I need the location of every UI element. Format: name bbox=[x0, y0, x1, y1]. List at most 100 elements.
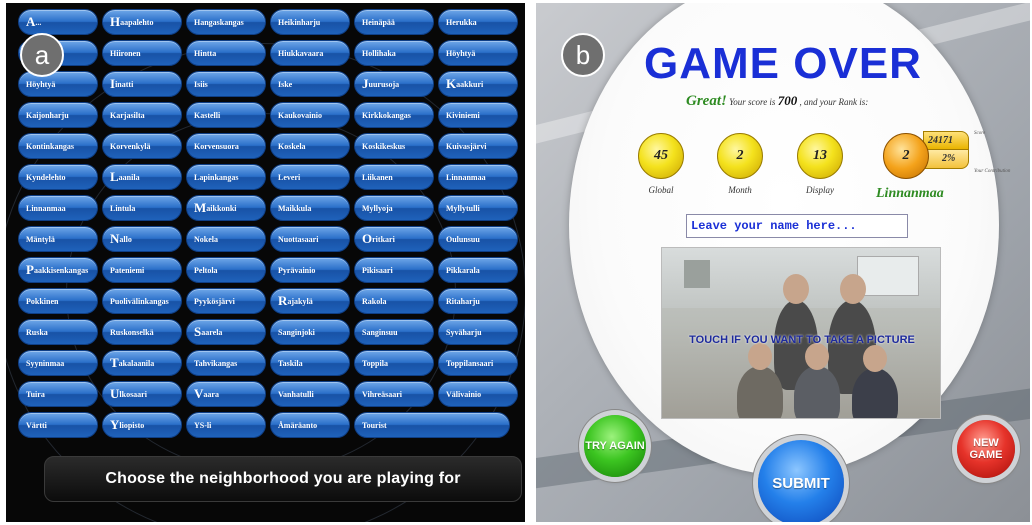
neighborhood-button[interactable]: Åmäräanto bbox=[270, 412, 350, 438]
neighborhood-button[interactable]: Rakola bbox=[354, 288, 434, 314]
neighborhood-button[interactable]: Lintula bbox=[102, 195, 182, 221]
window bbox=[857, 256, 919, 296]
neighborhood-button[interactable]: Korvenkylä bbox=[102, 133, 182, 159]
neighborhood-button[interactable]: Isiis bbox=[186, 71, 266, 97]
neighborhood-button[interactable]: Haapalehto bbox=[102, 9, 182, 35]
neighborhood-button[interactable]: Iske bbox=[270, 71, 350, 97]
neighborhood-button[interactable]: A... bbox=[18, 9, 98, 35]
neighborhood-button[interactable]: Nallo bbox=[102, 226, 182, 252]
neighborhood-button[interactable]: Ruska bbox=[18, 319, 98, 345]
neighborhood-button[interactable]: Linnanmaa bbox=[18, 195, 98, 221]
neighborhood-button[interactable]: Kiviniemi bbox=[438, 102, 518, 128]
neighborhood-initial: R bbox=[278, 293, 288, 308]
neighborhood-button[interactable]: Tuira bbox=[18, 381, 98, 407]
neighborhood-button[interactable]: Iinatti bbox=[102, 71, 182, 97]
neighborhood-button[interactable]: Kontinkangas bbox=[18, 133, 98, 159]
person bbox=[852, 368, 898, 418]
neighborhood-button[interactable]: YS-li bbox=[186, 412, 266, 438]
neighborhood-button[interactable]: Liikanen bbox=[354, 164, 434, 190]
neighborhood-label: Höyhtyä bbox=[26, 79, 56, 89]
neighborhood-label: Heikinharju bbox=[278, 17, 321, 27]
neighborhood-button[interactable]: Hiironen bbox=[102, 40, 182, 66]
neighborhood-button[interactable]: Kirkkokangas bbox=[354, 102, 434, 128]
neighborhood-label: Mäntylä bbox=[26, 234, 55, 244]
submit-button[interactable]: SUBMIT bbox=[758, 440, 844, 522]
neighborhood-button[interactable]: Sanginjoki bbox=[270, 319, 350, 345]
neighborhood-button[interactable]: Pyykösjärvi bbox=[186, 288, 266, 314]
neighborhood-button[interactable]: Peltola bbox=[186, 257, 266, 283]
neighborhood-button[interactable]: Ritaharju bbox=[438, 288, 518, 314]
player-name-input[interactable] bbox=[686, 214, 908, 238]
neighborhood-button[interactable]: Hangaskangas bbox=[186, 9, 266, 35]
neighborhood-button[interactable]: Pyrävainio bbox=[270, 257, 350, 283]
neighborhood-button[interactable]: Vanhatulli bbox=[270, 381, 350, 407]
neighborhood-button[interactable]: Myllytulli bbox=[438, 195, 518, 221]
neighborhood-label: Korvenkylä bbox=[110, 141, 151, 151]
neighborhood-label: Pikkarala bbox=[446, 265, 480, 275]
neighborhood-button[interactable]: Koskikeskus bbox=[354, 133, 434, 159]
neighborhood-button[interactable]: Hollihaka bbox=[354, 40, 434, 66]
neighborhood-button[interactable]: Yliopisto bbox=[102, 412, 182, 438]
neighborhood-button[interactable]: Ulkosaari bbox=[102, 381, 182, 407]
neighborhood-label: Myllytulli bbox=[446, 203, 480, 213]
neighborhood-button[interactable]: Nuottasaari bbox=[270, 226, 350, 252]
new-game-button[interactable]: NEW GAME bbox=[957, 420, 1015, 478]
neighborhood-button[interactable]: Toppila bbox=[354, 350, 434, 376]
neighborhood-button[interactable]: Kaukovainio bbox=[270, 102, 350, 128]
neighborhood-button[interactable]: Tahvikangas bbox=[186, 350, 266, 376]
neighborhood-button[interactable]: Oulunsuu bbox=[438, 226, 518, 252]
camera-preview[interactable]: TOUCH IF YOU WANT TO TAKE A PICTURE bbox=[661, 247, 941, 419]
rank-global: 45 Global bbox=[638, 133, 684, 195]
neighborhood-button[interactable]: Lapinkangas bbox=[186, 164, 266, 190]
neighborhood-button[interactable]: Pateniemi bbox=[102, 257, 182, 283]
neighborhood-button[interactable]: Leveri bbox=[270, 164, 350, 190]
neighborhood-label: Heinäpää bbox=[362, 17, 395, 27]
neighborhood-button[interactable]: Juurusoja bbox=[354, 71, 434, 97]
neighborhood-button[interactable]: Puolivälinkangas bbox=[102, 288, 182, 314]
person-head bbox=[783, 274, 809, 304]
neighborhood-button[interactable]: Maikkula bbox=[270, 195, 350, 221]
neighborhood-button[interactable]: Ruskonselkä bbox=[102, 319, 182, 345]
neighborhood-button[interactable]: Karjasilta bbox=[102, 102, 182, 128]
neighborhood-button[interactable]: Taskila bbox=[270, 350, 350, 376]
neighborhood-button[interactable]: Vihreäsaari bbox=[354, 381, 434, 407]
neighborhood-button[interactable]: Koskela bbox=[270, 133, 350, 159]
neighborhood-button[interactable]: Mäntylä bbox=[18, 226, 98, 252]
neighborhood-button[interactable]: Sanginsuu bbox=[354, 319, 434, 345]
neighborhood-button[interactable]: Kaakkuri bbox=[438, 71, 518, 97]
neighborhood-button[interactable]: Toppilansaari bbox=[438, 350, 518, 376]
neighborhood-button[interactable]: Kastelli bbox=[186, 102, 266, 128]
neighborhood-button[interactable]: Saarela bbox=[186, 319, 266, 345]
neighborhood-button[interactable]: Rajakylä bbox=[270, 288, 350, 314]
neighborhood-button[interactable]: Heikinharju bbox=[270, 9, 350, 35]
neighborhood-button[interactable]: Oritkari bbox=[354, 226, 434, 252]
neighborhood-button[interactable]: Tourist bbox=[354, 412, 510, 438]
neighborhood-label: Hangaskangas bbox=[194, 17, 244, 27]
neighborhood-button[interactable]: Höyhtyä bbox=[18, 71, 98, 97]
neighborhood-button[interactable]: Välivainio bbox=[438, 381, 518, 407]
neighborhood-button[interactable]: Takalaanila bbox=[102, 350, 182, 376]
neighborhood-button[interactable]: Syväharju bbox=[438, 319, 518, 345]
neighborhood-button[interactable]: Linnanmaa bbox=[438, 164, 518, 190]
neighborhood-button[interactable]: Kuivasjärvi bbox=[438, 133, 518, 159]
neighborhood-button[interactable]: Korvensuora bbox=[186, 133, 266, 159]
neighborhood-button[interactable]: Vaara bbox=[186, 381, 266, 407]
neighborhood-button[interactable]: Hiukkavaara bbox=[270, 40, 350, 66]
neighborhood-button[interactable]: Kaijonharju bbox=[18, 102, 98, 128]
neighborhood-button[interactable]: Myllyoja bbox=[354, 195, 434, 221]
neighborhood-button[interactable]: Pokkinen bbox=[18, 288, 98, 314]
neighborhood-button[interactable]: Syyninmaa bbox=[18, 350, 98, 376]
neighborhood-button[interactable]: Hintta bbox=[186, 40, 266, 66]
neighborhood-button[interactable]: Pikisaari bbox=[354, 257, 434, 283]
neighborhood-button[interactable]: Heinäpää bbox=[354, 9, 434, 35]
neighborhood-button[interactable]: Kyndelehto bbox=[18, 164, 98, 190]
neighborhood-button[interactable]: Höyhtyä bbox=[438, 40, 518, 66]
neighborhood-button[interactable]: Laanila bbox=[102, 164, 182, 190]
neighborhood-button[interactable]: Maikkonki bbox=[186, 195, 266, 221]
neighborhood-button[interactable]: Nokela bbox=[186, 226, 266, 252]
neighborhood-button[interactable]: Paakkisenkangas bbox=[18, 257, 98, 283]
neighborhood-button[interactable]: Pikkarala bbox=[438, 257, 518, 283]
neighborhood-button[interactable]: Herukka bbox=[438, 9, 518, 35]
try-again-button[interactable]: TRY AGAIN bbox=[584, 415, 646, 477]
neighborhood-button[interactable]: Värtti bbox=[18, 412, 98, 438]
